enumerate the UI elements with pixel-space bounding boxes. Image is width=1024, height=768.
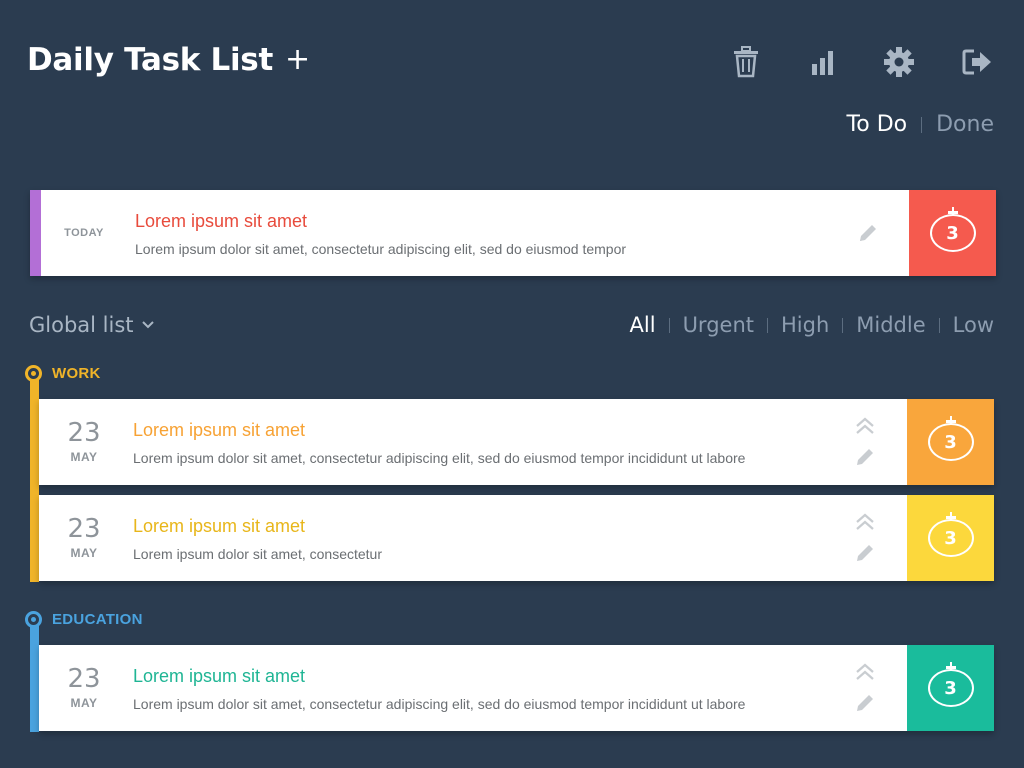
pomodoro-count: 3: [944, 431, 957, 453]
task-date: 23 MAY: [39, 399, 129, 485]
group-label-work: WORK: [52, 365, 101, 382]
pomodoro-count: 3: [944, 527, 957, 549]
group-marker-education: [25, 611, 42, 628]
page-title: Daily Task List: [27, 42, 273, 78]
group-marker-work: [25, 365, 42, 382]
edit-icon[interactable]: [854, 692, 876, 719]
edit-icon[interactable]: [857, 222, 879, 249]
view-tabs: To Do Done: [847, 112, 994, 137]
pomodoro-count: 3: [946, 222, 959, 244]
task-day: 23: [67, 664, 101, 694]
filter-divider: [668, 317, 670, 333]
task-date: TODAY: [41, 190, 127, 276]
pomodoro-count: 3: [944, 677, 957, 699]
task-day: 23: [67, 514, 101, 544]
add-task-button[interactable]: +: [285, 45, 310, 75]
filter-urgent[interactable]: Urgent: [683, 313, 754, 337]
edit-icon[interactable]: [854, 446, 876, 473]
task-description: Lorem ipsum dolor sit amet, consectetur …: [133, 696, 746, 712]
task-month: MAY: [70, 546, 98, 560]
pomodoro-counter[interactable]: 3: [907, 399, 994, 485]
group-timeline-work: [30, 374, 39, 582]
filter-divider: [938, 317, 940, 333]
tomato-icon: 3: [929, 207, 976, 252]
task-card[interactable]: 23 MAY Lorem ipsum sit amet Lorem ipsum …: [39, 645, 994, 731]
task-description: Lorem ipsum dolor sit amet, consectetur …: [135, 241, 627, 257]
task-accent-bar: [30, 190, 41, 276]
task-date: 23 MAY: [39, 495, 129, 581]
pomodoro-counter[interactable]: 3: [907, 495, 994, 581]
task-day: 23: [67, 418, 101, 448]
trash-icon[interactable]: [728, 44, 764, 80]
tomato-icon: 3: [927, 416, 974, 461]
filter-low[interactable]: Low: [953, 313, 994, 337]
today-label: TODAY: [64, 227, 104, 239]
group-timeline-education: [30, 620, 39, 732]
task-date: 23 MAY: [39, 645, 129, 731]
pomodoro-counter[interactable]: 3: [909, 190, 996, 276]
task-description: Lorem ipsum dolor sit amet, consectetur …: [133, 450, 746, 466]
today-task-card[interactable]: TODAY Lorem ipsum sit amet Lorem ipsum d…: [30, 190, 996, 276]
task-title[interactable]: Lorem ipsum sit amet: [133, 420, 305, 441]
app-title-row: Daily Task List +: [27, 42, 310, 78]
tab-todo[interactable]: To Do: [847, 112, 908, 137]
task-description: Lorem ipsum dolor sit amet, consectetur: [133, 546, 382, 562]
chevron-down-icon: [141, 318, 154, 332]
filter-divider: [767, 317, 768, 333]
priority-filters: All Urgent High Middle Low: [630, 313, 994, 337]
task-title[interactable]: Lorem ipsum sit amet: [133, 516, 305, 537]
task-card[interactable]: 23 MAY Lorem ipsum sit amet Lorem ipsum …: [39, 399, 994, 485]
edit-icon[interactable]: [854, 542, 876, 569]
task-card[interactable]: 23 MAY Lorem ipsum sit amet Lorem ipsum …: [39, 495, 994, 581]
filter-high[interactable]: High: [781, 313, 829, 337]
task-month: MAY: [70, 696, 98, 710]
filter-divider: [842, 317, 844, 333]
filter-all[interactable]: All: [630, 313, 656, 337]
task-title[interactable]: Lorem ipsum sit amet: [135, 211, 307, 232]
stats-icon[interactable]: [805, 44, 841, 80]
tab-done[interactable]: Done: [936, 112, 994, 137]
priority-up-icon[interactable]: [854, 662, 876, 687]
task-month: MAY: [70, 450, 98, 464]
logout-icon[interactable]: [960, 44, 996, 80]
gear-icon[interactable]: [881, 44, 917, 80]
tomato-icon: 3: [927, 662, 974, 707]
pomodoro-counter[interactable]: 3: [907, 645, 994, 731]
filter-middle[interactable]: Middle: [856, 313, 925, 337]
list-selector-label: Global list: [29, 313, 134, 337]
list-selector[interactable]: Global list: [29, 313, 154, 337]
priority-up-icon[interactable]: [854, 512, 876, 537]
priority-up-icon[interactable]: [854, 416, 876, 441]
group-label-education: EDUCATION: [52, 611, 143, 628]
task-title[interactable]: Lorem ipsum sit amet: [133, 666, 305, 687]
tab-divider: [921, 116, 923, 133]
tomato-icon: 3: [927, 512, 974, 557]
